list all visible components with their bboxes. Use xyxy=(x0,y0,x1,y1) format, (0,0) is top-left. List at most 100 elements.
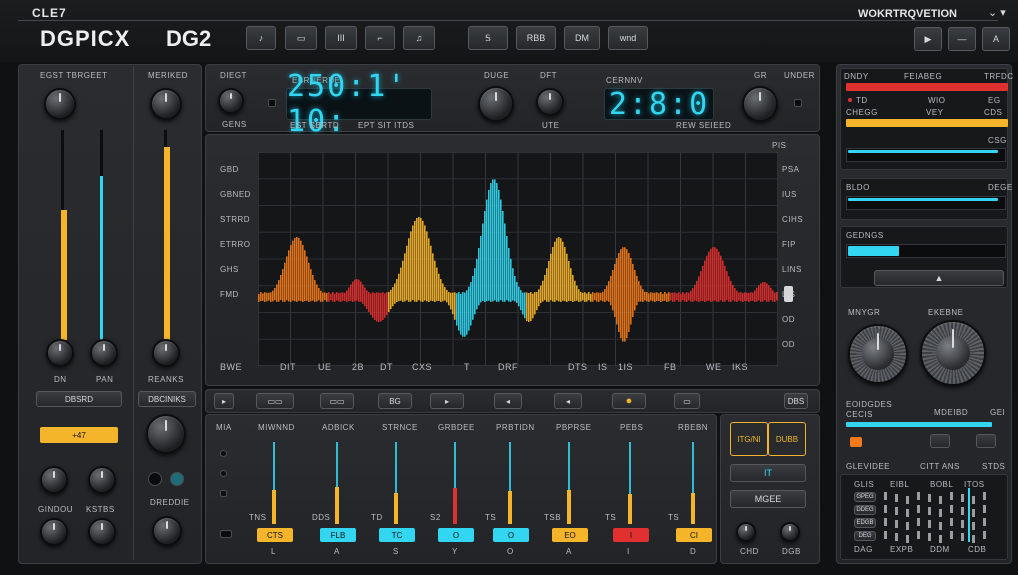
a-button[interactable]: A xyxy=(982,27,1010,51)
channel-select-button[interactable]: CTS xyxy=(257,528,293,542)
eq-slider-tick[interactable] xyxy=(939,496,942,504)
mixer-mgee-button[interactable]: MGEE xyxy=(730,490,806,508)
transport-button[interactable]: ● xyxy=(612,393,646,409)
gain-knob-left[interactable] xyxy=(44,88,76,120)
small-knob-3[interactable] xyxy=(40,518,68,546)
mixer-side-knob-1[interactable] xyxy=(736,522,756,542)
fader-knob-3[interactable] xyxy=(152,339,180,367)
channel-select-button[interactable]: O xyxy=(493,528,529,542)
channel-select-button[interactable]: FLB xyxy=(320,528,356,542)
transport-button[interactable]: ◂ xyxy=(494,393,522,409)
big-knob-left[interactable] xyxy=(848,324,908,384)
eq-slider-tick[interactable] xyxy=(928,507,931,515)
scroll-handle[interactable] xyxy=(784,286,793,302)
eq-slider-tick[interactable] xyxy=(928,533,931,541)
display-toggle-left[interactable] xyxy=(268,99,276,107)
eq-row-button[interactable]: DDEG xyxy=(854,505,876,515)
channel-select-button[interactable]: I xyxy=(613,528,649,542)
right-small-button-1[interactable] xyxy=(930,434,950,448)
fader-knob-1[interactable] xyxy=(46,339,74,367)
transport-button[interactable]: ▸ xyxy=(430,393,464,409)
eq-slider-tick[interactable] xyxy=(961,520,964,528)
eq-slider-tick[interactable] xyxy=(917,518,920,526)
eq-slider-tick[interactable] xyxy=(884,505,887,513)
eq-slider-tick[interactable] xyxy=(983,531,986,539)
drive-knob[interactable] xyxy=(146,414,186,454)
mixer-side-toggle-1[interactable] xyxy=(220,450,227,457)
right-small-button-2[interactable] xyxy=(976,434,996,448)
small-knob-4[interactable] xyxy=(88,518,116,546)
transport-button[interactable]: ▭ xyxy=(674,393,700,409)
menu-note-button[interactable]: ♪ xyxy=(246,26,276,50)
eq-slider-tick[interactable] xyxy=(884,518,887,526)
collapse-toggle[interactable]: ▲ xyxy=(874,270,1004,286)
eq-slider-tick[interactable] xyxy=(906,522,909,530)
eq-slider-tick[interactable] xyxy=(884,492,887,500)
eq-slider-tick[interactable] xyxy=(917,492,920,500)
center-button-3[interactable]: DM xyxy=(564,26,600,50)
transport-button[interactable]: ▸ xyxy=(214,393,234,409)
eq-slider-tick[interactable] xyxy=(895,494,898,502)
eq-slider-tick[interactable] xyxy=(972,496,975,504)
channel-select-button[interactable]: O xyxy=(438,528,474,542)
eq-slider-tick[interactable] xyxy=(972,509,975,517)
right-toggle-orange[interactable] xyxy=(850,437,862,447)
display-knob-left[interactable] xyxy=(218,88,244,114)
eq-slider-tick[interactable] xyxy=(961,494,964,502)
eq-slider-tick[interactable] xyxy=(917,505,920,513)
eq-slider-tick[interactable] xyxy=(950,518,953,526)
menu-notes-button[interactable]: ♫ xyxy=(403,26,435,50)
transport-button[interactable]: ◂ xyxy=(554,393,582,409)
eq-slider-tick[interactable] xyxy=(983,492,986,500)
menu-window-button[interactable]: ▭ xyxy=(285,26,317,50)
eq-row-button[interactable]: EDGB xyxy=(854,518,876,528)
eq-slider-tick[interactable] xyxy=(950,531,953,539)
eq-row-button[interactable]: GPEG xyxy=(854,492,876,502)
eq-row-button[interactable]: DEG xyxy=(854,531,876,541)
eq-slider-tick[interactable] xyxy=(884,531,887,539)
eq-slider-tick[interactable] xyxy=(928,520,931,528)
transport-button[interactable]: ▭▭ xyxy=(256,393,294,409)
menu-curve-button[interactable]: ⌐ xyxy=(365,26,395,50)
eq-slider-tick[interactable] xyxy=(972,522,975,530)
small-knob-5[interactable] xyxy=(152,516,182,546)
eq-slider-tick[interactable] xyxy=(895,507,898,515)
eq-slider-tick[interactable] xyxy=(961,533,964,541)
channel-select-button[interactable]: EO xyxy=(552,528,588,542)
eq-slider-tick[interactable] xyxy=(895,520,898,528)
gr-knob[interactable] xyxy=(742,86,778,122)
eq-slider-tick[interactable] xyxy=(917,531,920,539)
transport-button[interactable]: ▭▭ xyxy=(320,393,354,409)
minimize-button[interactable]: — xyxy=(948,27,976,51)
eq-slider-tick[interactable] xyxy=(906,535,909,543)
toggle-square-2[interactable] xyxy=(170,472,184,486)
gain-knob-right[interactable] xyxy=(150,88,182,120)
mixer-side-toggle-4[interactable] xyxy=(220,530,232,538)
gold-box-1[interactable]: ITG/NI xyxy=(730,422,768,456)
eq-slider-tick[interactable] xyxy=(950,492,953,500)
dft-knob[interactable] xyxy=(536,88,564,116)
transport-button[interactable]: BG xyxy=(378,393,412,409)
menu-bars-button[interactable]: III xyxy=(325,26,357,50)
gold-box-2[interactable]: DUBB xyxy=(768,422,806,456)
dbsrd-button[interactable]: DBSRD xyxy=(36,391,122,407)
eq-slider-tick[interactable] xyxy=(961,507,964,515)
window-controls[interactable]: ⌄ ▾ xyxy=(988,6,1006,19)
eq-slider-tick[interactable] xyxy=(983,518,986,526)
eq-slider-tick[interactable] xyxy=(906,496,909,504)
eq-slider-tick[interactable] xyxy=(939,535,942,543)
channel-select-button[interactable]: CI xyxy=(676,528,712,542)
dbciniks-button[interactable]: DBCINIKS xyxy=(138,391,196,407)
center-button-2[interactable]: RBB xyxy=(516,26,556,50)
eq-slider-tick[interactable] xyxy=(895,533,898,541)
center-button-1[interactable]: Ꭶ xyxy=(468,26,508,50)
play-button[interactable]: ▶ xyxy=(914,27,942,51)
mixer-side-toggle-3[interactable] xyxy=(220,490,227,497)
big-knob-right[interactable] xyxy=(920,320,986,386)
mixer-side-knob-2[interactable] xyxy=(780,522,800,542)
fader-knob-2[interactable] xyxy=(90,339,118,367)
eq-slider-tick[interactable] xyxy=(906,509,909,517)
eq-slider-tick[interactable] xyxy=(939,522,942,530)
eq-slider-tick[interactable] xyxy=(983,505,986,513)
eq-slider-tick[interactable] xyxy=(972,535,975,543)
